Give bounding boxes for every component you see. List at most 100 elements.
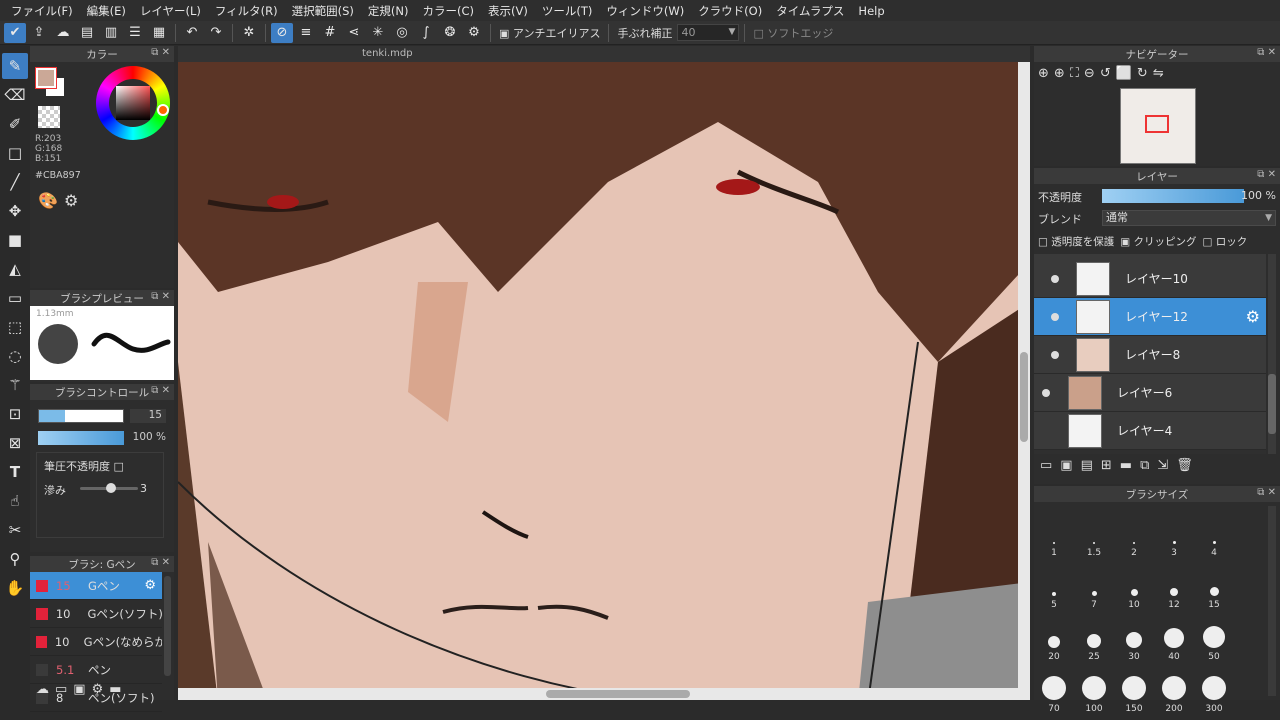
brush-list-item[interactable]: 10 Gペン(なめらか): [30, 628, 162, 656]
parallel-snap-icon[interactable]: ≡: [295, 23, 317, 43]
new-layer-icon[interactable]: ▭: [1040, 458, 1052, 473]
menu-cloud[interactable]: クラウド(O): [691, 3, 769, 19]
brush-size-option[interactable]: 1: [1034, 506, 1074, 558]
panel-close-icon[interactable]: ⧉ ✕: [1257, 169, 1276, 180]
brush-size-option[interactable]: 70: [1034, 662, 1074, 714]
layer-settings-gear-icon[interactable]: ⚙: [1246, 307, 1260, 326]
magic-wand-tool-icon[interactable]: ⚚: [2, 372, 28, 398]
add-brush-icon[interactable]: ▣: [73, 682, 85, 697]
zoom-out-icon[interactable]: ⊖: [1084, 66, 1095, 81]
brush-size-option[interactable]: 40: [1154, 610, 1194, 662]
brush-size-option[interactable]: 4: [1194, 506, 1234, 558]
snap-off-icon[interactable]: ⊘: [271, 22, 293, 43]
menu-timelapse[interactable]: タイムラプス: [769, 3, 851, 19]
flip-icon[interactable]: ⇋: [1153, 66, 1164, 81]
panel-close-icon[interactable]: ⧉ ✕: [151, 385, 170, 396]
add-layer-menu-icon[interactable]: ⊞: [1101, 458, 1112, 473]
soft-edge-checkbox[interactable]: □ ソフトエッジ: [750, 25, 836, 41]
select-rect-tool-icon[interactable]: ⬚: [2, 314, 28, 340]
brush-size-option[interactable]: 300: [1194, 662, 1234, 714]
visibility-icon[interactable]: [1042, 427, 1050, 435]
saturation-value-square[interactable]: [116, 86, 150, 120]
export-icon[interactable]: ⇪: [28, 23, 50, 43]
canvas-area[interactable]: [178, 46, 1030, 700]
redo-icon[interactable]: ↷: [205, 23, 227, 43]
fullscreen-icon[interactable]: ⬜: [1116, 66, 1132, 81]
folder-icon[interactable]: ▬: [1120, 458, 1132, 473]
panel-close-icon[interactable]: ⧉ ✕: [151, 47, 170, 58]
new-brush-icon[interactable]: ▭: [55, 682, 67, 697]
circle-snap-icon[interactable]: ◎: [391, 23, 413, 43]
fit-icon[interactable]: ⛶: [1070, 66, 1079, 81]
lasso-tool-icon[interactable]: ◌: [2, 343, 28, 369]
brush-list-item[interactable]: 15 Gペン ⚙: [30, 572, 162, 600]
antialias-checkbox[interactable]: ▣ アンチエイリアス: [496, 25, 603, 41]
brush-size-option[interactable]: 1.5: [1074, 506, 1114, 558]
panel-close-icon[interactable]: ⧉ ✕: [151, 291, 170, 302]
brush-size-option[interactable]: 10: [1114, 558, 1154, 610]
brush-size-option[interactable]: 20: [1034, 610, 1074, 662]
divide-tool-icon[interactable]: ✂: [2, 517, 28, 543]
check-icon[interactable]: ✔: [4, 22, 26, 43]
line-tool-icon[interactable]: ╱: [2, 169, 28, 195]
grid-icon[interactable]: ▦: [148, 23, 170, 43]
menu-edit[interactable]: 編集(E): [80, 3, 133, 19]
opacity-slider[interactable]: [38, 431, 124, 445]
canvas-hscroll-thumb[interactable]: [546, 690, 690, 698]
menu-view[interactable]: 表示(V): [481, 3, 535, 19]
bucket-tool-icon[interactable]: ◭: [2, 256, 28, 282]
panel-close-icon[interactable]: ⧉ ✕: [1257, 487, 1276, 498]
visibility-icon[interactable]: [1051, 350, 1059, 359]
blur-slider-knob[interactable]: [106, 483, 116, 493]
brush-size-option[interactable]: 25: [1074, 610, 1114, 662]
duplicate-layer-icon[interactable]: ⧉: [1140, 458, 1149, 473]
brush-size-option[interactable]: 200: [1154, 662, 1194, 714]
brush-size-option[interactable]: 15: [1194, 558, 1234, 610]
menu-help[interactable]: Help: [851, 4, 891, 18]
eraser-tool-icon[interactable]: ⌫: [2, 82, 28, 108]
merge-layer-icon[interactable]: ⇲: [1157, 458, 1168, 473]
vanish-snap-icon[interactable]: ⋖: [343, 23, 365, 43]
menu-window[interactable]: ウィンドウ(W): [599, 3, 691, 19]
visibility-icon[interactable]: [1051, 274, 1059, 283]
layer-row-8[interactable]: レイヤー8: [1034, 336, 1266, 374]
layer-scroll-thumb[interactable]: [1268, 374, 1276, 434]
brush-list-scrollbar[interactable]: [164, 576, 171, 676]
navigator-thumbnail[interactable]: [1120, 88, 1196, 164]
canvas-hscrollbar[interactable]: [178, 688, 1030, 700]
select-pen-tool-icon[interactable]: ⊡: [2, 401, 28, 427]
brush-settings-icon[interactable]: ⚙: [92, 682, 104, 697]
brush-list-item[interactable]: 10 Gペン(ソフト): [30, 600, 162, 628]
sparkle-icon[interactable]: ✲: [238, 23, 260, 43]
delete-layer-icon[interactable]: 🗑: [1176, 458, 1193, 473]
new-layer-8bit-icon[interactable]: ▤: [1081, 458, 1093, 473]
fill-rect-tool-icon[interactable]: ■: [2, 227, 28, 253]
panel-close-icon[interactable]: ⧉ ✕: [151, 557, 170, 568]
layer-row-4[interactable]: レイヤー4: [1034, 412, 1266, 450]
zoom-in-icon[interactable]: ⊕: [1038, 66, 1049, 81]
blend-select[interactable]: 通常 ▼: [1102, 210, 1276, 226]
move-tool-icon[interactable]: ✥: [2, 198, 28, 224]
comment-icon[interactable]: ▤: [76, 23, 98, 43]
transparent-swatch[interactable]: [38, 106, 60, 128]
layer-list-scrollbar[interactable]: [1268, 254, 1276, 454]
brush-tool-icon[interactable]: ✎: [2, 53, 28, 79]
layer-row-10[interactable]: レイヤー10: [1034, 260, 1266, 298]
eyedropper-tool-icon[interactable]: ⚲: [2, 546, 28, 572]
brush-size-option[interactable]: 3: [1154, 506, 1194, 558]
new-layer-alt-icon[interactable]: ▣: [1060, 458, 1072, 473]
brush-folder-icon[interactable]: ▬: [109, 682, 121, 697]
select-eraser-tool-icon[interactable]: ⊠: [2, 430, 28, 456]
hand-tool-icon[interactable]: ✋: [2, 575, 28, 601]
list-icon[interactable]: ☰: [124, 23, 146, 43]
document-icon[interactable]: ▥: [100, 23, 122, 43]
menu-layer[interactable]: レイヤー(L): [133, 3, 208, 19]
snap-settings-icon[interactable]: ❂: [439, 23, 461, 43]
menu-color[interactable]: カラー(C): [415, 3, 481, 19]
canvas-vscrollbar[interactable]: [1018, 62, 1030, 688]
brush-size-option[interactable]: 5: [1034, 558, 1074, 610]
rotate-right-icon[interactable]: ↻: [1137, 66, 1148, 81]
brush-size-option[interactable]: 100: [1074, 662, 1114, 714]
brush-size-option[interactable]: 12: [1154, 558, 1194, 610]
canvas-vscroll-thumb[interactable]: [1020, 352, 1028, 442]
